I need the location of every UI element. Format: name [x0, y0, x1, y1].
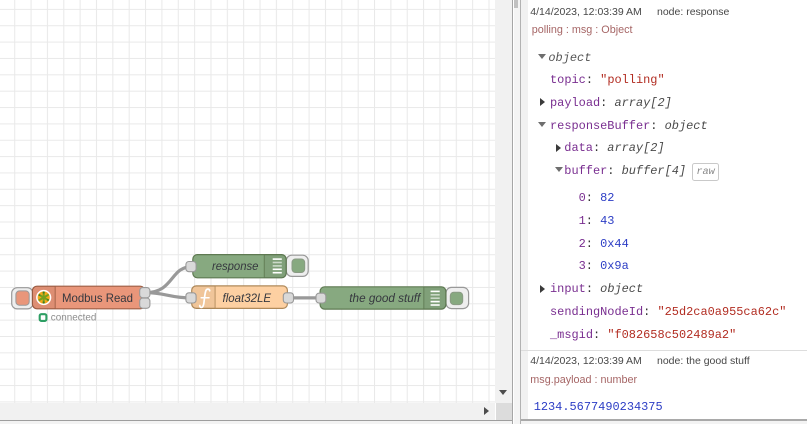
svg-text:response: response [212, 259, 259, 273]
svg-text:the good stuff: the good stuff [349, 291, 422, 305]
svg-text:Modbus Read: Modbus Read [62, 291, 133, 305]
svg-text:float32LE: float32LE [223, 291, 273, 305]
svg-text:connected: connected [51, 312, 97, 323]
